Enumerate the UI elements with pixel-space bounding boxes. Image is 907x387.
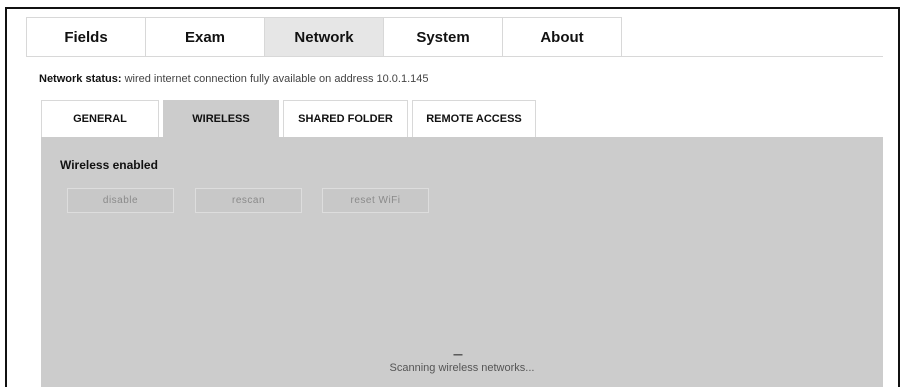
network-status: Network status: wired internet connectio… [39, 73, 429, 85]
top-tab-bar: Fields Exam Network System About [26, 17, 622, 56]
subtab-wireless[interactable]: WIRELESS [163, 100, 279, 137]
network-status-label: Network status: [39, 73, 122, 85]
network-status-text: wired internet connection fully availabl… [124, 73, 429, 85]
rescan-button[interactable]: rescan [195, 188, 302, 213]
tab-about[interactable]: About [502, 17, 622, 56]
reset-wifi-button[interactable]: reset WiFi [322, 188, 429, 213]
subtab-remote-access[interactable]: REMOTE ACCESS [412, 100, 536, 137]
wireless-status-heading: Wireless enabled [60, 158, 158, 172]
network-subtab-bar: GENERAL WIRELESS SHARED FOLDER REMOTE AC… [41, 100, 540, 137]
wireless-panel: Wireless enabled disable rescan reset Wi… [41, 137, 883, 387]
loading-spinner: --- [453, 347, 463, 361]
tab-divider [26, 56, 883, 57]
tab-exam[interactable]: Exam [145, 17, 265, 56]
disable-button[interactable]: disable [67, 188, 174, 213]
subtab-general[interactable]: GENERAL [41, 100, 159, 137]
scanning-status-text: Scanning wireless networks... [389, 362, 535, 374]
subtab-shared-folder[interactable]: SHARED FOLDER [283, 100, 408, 137]
tab-network[interactable]: Network [264, 17, 384, 56]
tab-system[interactable]: System [383, 17, 503, 56]
tab-fields[interactable]: Fields [26, 17, 146, 56]
